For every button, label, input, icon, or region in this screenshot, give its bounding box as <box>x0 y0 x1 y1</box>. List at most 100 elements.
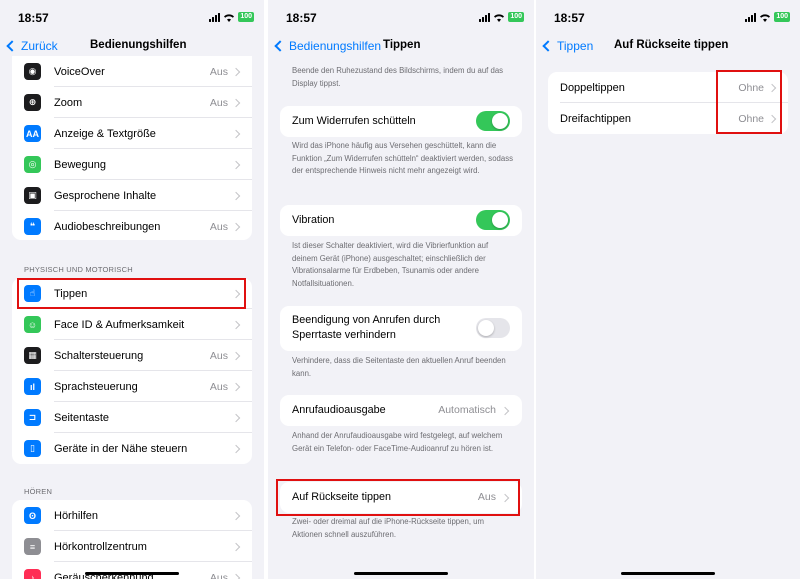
back-tap-label: Auf Rückseite tippen <box>292 491 392 503</box>
list-item[interactable]: ☝ Tippen <box>12 278 252 309</box>
tap-to-wake-description: Beende den Ruhezustand des Bildschirms, … <box>292 66 504 88</box>
chevron-right-icon <box>231 511 241 520</box>
list-item-label: Geräte in der Nähe steuern <box>54 442 188 455</box>
list-item[interactable]: ⊐ Seitentaste <box>12 402 252 433</box>
status-icons: 100 <box>479 12 524 22</box>
chevron-right-icon <box>231 444 241 453</box>
list-item[interactable]: ◎ Bewegung <box>12 149 252 180</box>
list-item[interactable]: ≡ Hörkontrollzentrum <box>12 531 252 562</box>
vibration-row[interactable]: Vibration <box>280 205 522 236</box>
chevron-right-icon <box>231 320 241 329</box>
chevron-right-icon <box>231 413 241 422</box>
shake-to-undo-row[interactable]: Zum Widerrufen schütteln <box>280 106 522 137</box>
list-item[interactable]: ❝ Audiobeschreibungen Aus <box>12 211 252 240</box>
list-item[interactable]: ▦ Schaltersteuerung Aus <box>12 340 252 371</box>
status-icons: 100 <box>209 12 254 22</box>
list-item-label: Seitentaste <box>54 411 110 424</box>
list-item-label: Anzeige & Textgröße <box>54 127 156 140</box>
chevron-right-icon <box>500 406 510 416</box>
screen-back-tap: 18:57 100 Tippen Auf Rückseite tippen Do… <box>536 0 800 579</box>
nav-bar: Tippen Auf Rückseite tippen <box>536 34 800 58</box>
chevron-right-icon <box>231 222 241 231</box>
status-icons: 100 <box>745 12 790 22</box>
status-time: 18:57 <box>554 11 585 25</box>
back-button[interactable]: Zurück <box>6 39 58 53</box>
list-item[interactable]: ⊕ Zoom Aus <box>12 87 252 118</box>
chevron-right-icon <box>767 114 777 123</box>
back-tap-row[interactable]: Auf Rückseite tippen Aus <box>280 482 522 513</box>
list-item-value: Aus <box>209 65 228 78</box>
list-item-label: Sprachsteuerung <box>54 380 138 393</box>
chevron-right-icon <box>231 573 241 579</box>
list-item-label: Zoom <box>54 96 83 109</box>
list-item-label: Tippen <box>54 287 88 300</box>
vibration-label: Vibration <box>292 214 335 226</box>
list-item-value: Aus <box>209 571 228 579</box>
vibration-description: Ist dieser Schalter deaktiviert, wird di… <box>292 241 489 288</box>
list-item[interactable]: Dreifachtippen Ohne <box>548 103 788 134</box>
vibration-toggle[interactable] <box>476 210 510 230</box>
page-title: Bedienungshilfen <box>90 39 187 51</box>
screen-accessibility: 18:57 100 Zurück Bedienungshilfen ◉ Voice… <box>0 0 264 579</box>
voiceover-icon: ◉ <box>24 63 41 80</box>
list-item[interactable]: ♪ Geräuscherkennung Aus <box>12 562 252 579</box>
call-audio-routing-description: Anhand der Anrufaudioausgabe wird festge… <box>292 431 503 453</box>
list-item[interactable]: ▯ Geräte in der Nähe steuern <box>12 433 252 464</box>
signal-icon <box>209 12 221 22</box>
list-item-value: Aus <box>209 220 228 233</box>
call-audio-routing-value: Automatisch <box>438 404 496 416</box>
screen-touch: 18:57 100 Bedienungshilfen Tippen Beende… <box>268 0 534 579</box>
list-item[interactable]: ıl Sprachsteuerung Aus <box>12 371 252 402</box>
status-bar: 18:57 100 <box>268 0 534 34</box>
screenshot-collage: 18:57 100 Zurück Bedienungshilfen ◉ Voice… <box>0 0 800 579</box>
chevron-right-icon <box>231 129 241 138</box>
status-bar: 18:57 100 <box>536 0 800 34</box>
list-item[interactable]: ▣ Gesprochene Inhalte <box>12 180 252 211</box>
wifi-icon <box>760 13 771 22</box>
list-item-label: Gesprochene Inhalte <box>54 189 157 202</box>
call-audio-routing-label: Anrufaudioausgabe <box>292 404 386 416</box>
nearby-devices-icon: ▯ <box>24 440 41 457</box>
back-tap-description: Zwei- oder dreimal auf die iPhone-Rückse… <box>292 517 484 539</box>
wifi-icon <box>224 13 235 22</box>
list-item-value: Ohne <box>738 81 764 94</box>
battery-icon: 100 <box>238 12 254 22</box>
hearing-aid-icon: ʘ <box>24 507 41 524</box>
list-item[interactable]: ◉ VoiceOver Aus <box>12 56 252 87</box>
list-item[interactable]: Doppeltippen Ohne <box>548 72 788 103</box>
home-indicator <box>354 572 448 575</box>
back-label: Bedienungshilfen <box>289 39 382 53</box>
call-audio-routing-row[interactable]: Anrufaudioausgabe Automatisch <box>280 395 522 426</box>
list-item[interactable]: ☺ Face ID & Aufmerksamkeit <box>12 309 252 340</box>
hearing-group: ʘ Hörhilfen ≡ Hörkontrollzentrum ♪ Geräuscher… <box>12 500 252 579</box>
chevron-right-icon <box>231 191 241 200</box>
shake-to-undo-description: Wird das iPhone häufig aus Versehen gesc… <box>292 141 514 175</box>
prevent-lock-end-call-row[interactable]: Beendigung von Anrufen durch Sperrtaste … <box>280 306 522 351</box>
signal-icon <box>479 12 491 22</box>
status-time: 18:57 <box>286 11 317 25</box>
back-button[interactable]: Tippen <box>542 39 594 53</box>
chevron-right-icon <box>231 160 241 169</box>
back-button[interactable]: Bedienungshilfen <box>274 39 382 53</box>
home-indicator <box>621 572 715 575</box>
chevron-left-icon <box>542 40 554 52</box>
prevent-lock-end-call-label-2: Sperrtaste verhindern <box>292 329 396 341</box>
list-item[interactable]: AA Anzeige & Textgröße <box>12 118 252 149</box>
signal-icon <box>745 12 757 22</box>
physical-group: ☝ Tippen ☺ Face ID & Aufmerksamkeit ▦ Schalte… <box>12 278 252 464</box>
prevent-lock-end-call-toggle[interactable] <box>476 318 510 338</box>
chevron-right-icon <box>231 98 241 107</box>
switch-control-icon: ▦ <box>24 347 41 364</box>
list-item-label: Face ID & Aufmerksamkeit <box>54 318 185 331</box>
list-item-value: Aus <box>209 349 228 362</box>
chevron-right-icon <box>767 83 777 92</box>
shake-to-undo-toggle[interactable] <box>476 111 510 131</box>
speech-icon: ▣ <box>24 187 41 204</box>
list-item[interactable]: ʘ Hörhilfen <box>12 500 252 531</box>
back-tap-value: Aus <box>477 491 496 503</box>
nav-bar: Zurück Bedienungshilfen <box>0 34 264 58</box>
list-item-label: Bewegung <box>54 158 106 171</box>
status-time: 18:57 <box>18 11 49 25</box>
back-label: Tippen <box>557 39 594 53</box>
list-item-label: Dreifachtippen <box>560 112 631 125</box>
